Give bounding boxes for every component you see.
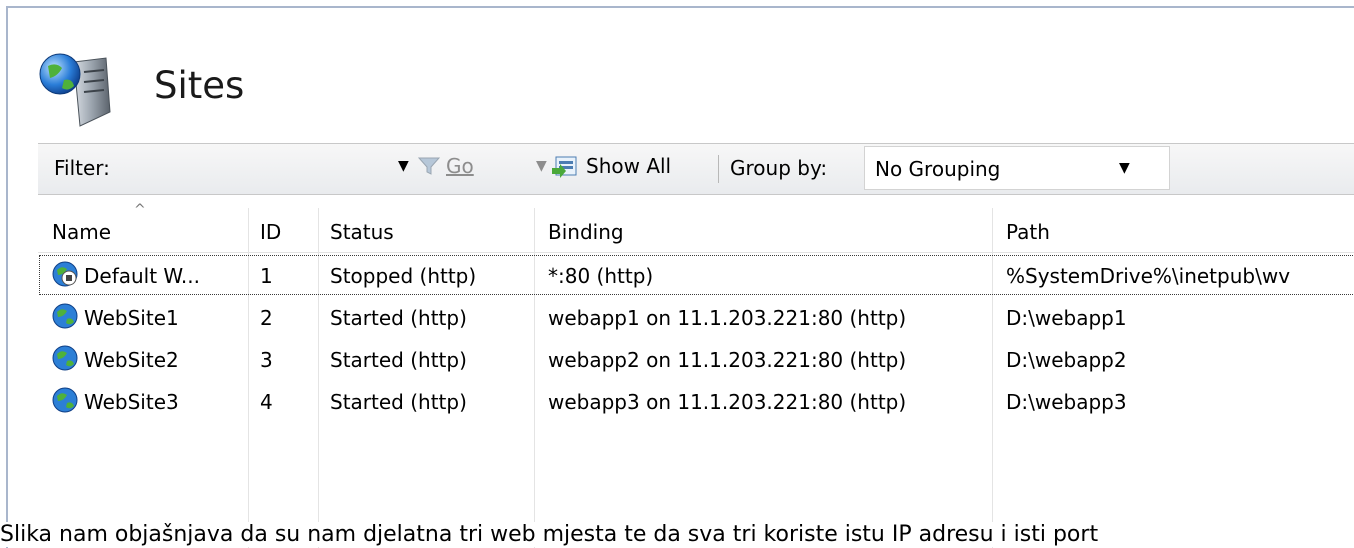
site-id: 3 bbox=[260, 348, 273, 372]
go-button[interactable]: Go bbox=[418, 154, 474, 178]
filter-label: Filter: bbox=[54, 156, 110, 180]
group-by-select[interactable]: No Grouping ▼ bbox=[864, 146, 1170, 190]
site-path: %SystemDrive%\inetpub\wv bbox=[1006, 264, 1291, 288]
site-binding: webapp2 on 11.1.203.221:80 (http) bbox=[548, 348, 907, 372]
show-all-label: Show All bbox=[586, 154, 672, 178]
site-binding: webapp1 on 11.1.203.221:80 (http) bbox=[548, 306, 907, 330]
table-row[interactable]: WebSite2 3 Started (http) webapp2 on 11.… bbox=[38, 338, 1354, 380]
site-path: D:\webapp1 bbox=[1006, 306, 1127, 330]
globe-icon bbox=[52, 303, 78, 329]
site-binding: webapp3 on 11.1.203.221:80 (http) bbox=[548, 390, 907, 414]
server-globe-icon bbox=[39, 53, 111, 127]
page-title: Sites bbox=[154, 64, 245, 107]
show-all-button[interactable]: Show All bbox=[552, 154, 671, 178]
go-label: Go bbox=[446, 154, 474, 178]
site-binding: *:80 (http) bbox=[548, 264, 654, 288]
funnel-icon bbox=[418, 157, 440, 175]
filter-toolbar: Filter: ▼ Go ▼ Show All Group by: No Gro… bbox=[38, 143, 1354, 195]
column-header-id[interactable]: ID bbox=[260, 220, 281, 244]
site-status: Started (http) bbox=[330, 348, 467, 372]
site-status: Started (http) bbox=[330, 390, 467, 414]
site-id: 1 bbox=[260, 264, 273, 288]
site-status: Started (http) bbox=[330, 306, 467, 330]
site-name: WebSite1 bbox=[84, 306, 179, 330]
site-name: WebSite2 bbox=[84, 348, 179, 372]
table-header: ^ Name ID Status Binding Path bbox=[38, 202, 1354, 253]
sites-panel: Sites Filter: ▼ Go ▼ Show All Group by: … bbox=[6, 6, 1354, 548]
column-header-path[interactable]: Path bbox=[1006, 220, 1050, 244]
site-name: Default W... bbox=[84, 264, 200, 288]
column-header-binding[interactable]: Binding bbox=[548, 220, 624, 244]
column-header-name[interactable]: Name bbox=[52, 220, 111, 244]
sort-ascending-icon: ^ bbox=[134, 202, 146, 218]
globe-icon bbox=[52, 345, 78, 371]
table-row[interactable]: WebSite3 4 Started (http) webapp3 on 11.… bbox=[38, 380, 1354, 422]
group-by-value: No Grouping bbox=[875, 157, 1001, 181]
site-path: D:\webapp2 bbox=[1006, 348, 1127, 372]
stopped-globe-icon bbox=[52, 261, 78, 287]
table-row[interactable]: Default W... 1 Stopped (http) *:80 (http… bbox=[38, 254, 1354, 296]
toolbar-separator bbox=[718, 155, 719, 183]
chevron-down-icon: ▼ bbox=[1119, 160, 1130, 176]
filter-dropdown-icon[interactable]: ▼ bbox=[398, 158, 409, 174]
image-caption: Slika nam objašnjava da su nam djelatna … bbox=[0, 522, 1099, 547]
column-header-status[interactable]: Status bbox=[330, 220, 394, 244]
group-by-label: Group by: bbox=[730, 156, 828, 180]
table-row[interactable]: WebSite1 2 Started (http) webapp1 on 11.… bbox=[38, 296, 1354, 338]
filter-input[interactable] bbox=[132, 151, 426, 185]
go-dropdown-icon[interactable]: ▼ bbox=[536, 158, 547, 174]
globe-icon bbox=[52, 387, 78, 413]
site-path: D:\webapp3 bbox=[1006, 390, 1127, 414]
site-name: WebSite3 bbox=[84, 390, 179, 414]
show-all-icon bbox=[552, 156, 577, 178]
site-id: 2 bbox=[260, 306, 273, 330]
site-status: Stopped (http) bbox=[330, 264, 477, 288]
site-id: 4 bbox=[260, 390, 273, 414]
